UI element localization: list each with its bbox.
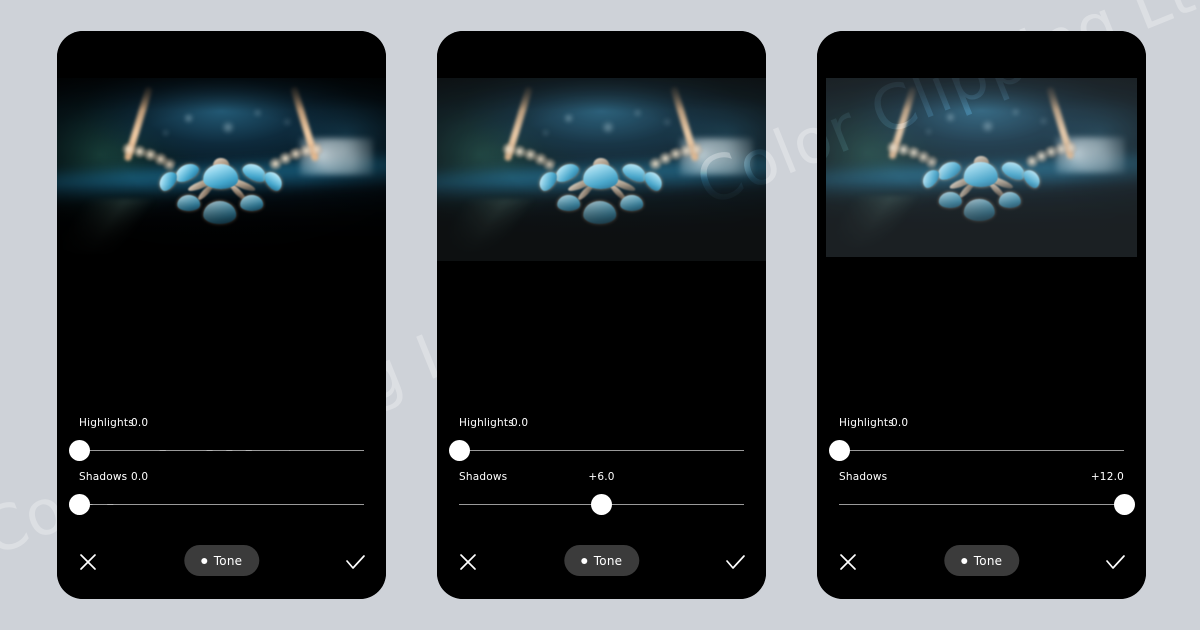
slider-label-shadows: Shadows — [459, 471, 508, 483]
tone-button-label: Tone — [973, 553, 1003, 568]
slider-label-highlights: Highlights — [459, 417, 514, 429]
slider-track[interactable] — [839, 450, 1124, 451]
bottom-toolbar: Tone — [817, 545, 1146, 579]
slider-value-shadows: +12.0 — [1090, 471, 1124, 483]
slider-value-highlights: 0.0 — [131, 417, 149, 429]
slider-track[interactable] — [79, 450, 364, 451]
slider-header: Shadows +12.0 — [839, 471, 1124, 487]
slider-track[interactable] — [79, 504, 364, 505]
tone-button-label: Tone — [213, 553, 243, 568]
slider-track-wrap[interactable] — [68, 491, 364, 517]
photo-scene — [437, 78, 766, 261]
slider-knob-shadows[interactable] — [1113, 493, 1135, 515]
slider-track-wrap[interactable] — [448, 437, 744, 463]
necklace-photo — [826, 78, 1137, 257]
slider-track-wrap[interactable] — [828, 437, 1124, 463]
slider-value-highlights: 0.0 — [511, 417, 529, 429]
photo-scene — [826, 78, 1137, 257]
photo-viewport-mid[interactable] — [437, 78, 766, 261]
done-button[interactable] — [342, 549, 368, 575]
slider-value-shadows: +6.0 — [588, 471, 615, 483]
tone-button-label: Tone — [593, 553, 623, 568]
close-icon — [80, 554, 96, 570]
photo-viewport-after[interactable] — [826, 78, 1137, 257]
slider-header: Highlights 0.0 — [459, 417, 744, 433]
bottom-toolbar: Tone — [437, 545, 766, 579]
checkmark-icon — [726, 555, 745, 569]
photo-scene — [57, 78, 386, 261]
phone-mockup-after: Highlights 0.0 Shadows +12.0 Tone — [817, 31, 1146, 599]
slider-knob-highlights[interactable] — [68, 439, 90, 461]
app-screen-before: Highlights 0.0 Shadows 0.0 Tone — [57, 31, 386, 599]
slider-header: Highlights 0.0 — [79, 417, 364, 433]
close-icon — [460, 554, 476, 570]
photo-viewport-before[interactable] — [57, 78, 386, 261]
screenshot-stage: Color Clipping Ltd. Color Clipping Ltd. — [0, 0, 1200, 630]
slider-track-wrap[interactable] — [459, 491, 744, 517]
done-button[interactable] — [722, 549, 748, 575]
tone-dot-icon — [200, 557, 207, 564]
slider-knob-shadows[interactable] — [68, 493, 90, 515]
slider-highlights[interactable]: Highlights 0.0 — [57, 417, 386, 463]
photo-vignette — [57, 78, 386, 261]
slider-label-shadows: Shadows — [839, 471, 888, 483]
slider-label-highlights: Highlights — [79, 417, 134, 429]
slider-header: Shadows +6.0 — [459, 471, 744, 487]
tone-dot-icon — [580, 557, 587, 564]
slider-knob-highlights[interactable] — [828, 439, 850, 461]
app-screen-mid: Highlights 0.0 Shadows +6.0 Tone — [437, 31, 766, 599]
slider-shadows[interactable]: Shadows +6.0 — [437, 471, 766, 517]
slider-track[interactable] — [839, 504, 1124, 505]
app-screen-after: Highlights 0.0 Shadows +12.0 Tone — [817, 31, 1146, 599]
cancel-button[interactable] — [75, 549, 101, 575]
slider-value-highlights: 0.0 — [891, 417, 909, 429]
close-icon — [840, 554, 856, 570]
slider-shadows[interactable]: Shadows 0.0 — [57, 471, 386, 517]
tone-button[interactable]: Tone — [943, 545, 1020, 576]
slider-knob-highlights[interactable] — [448, 439, 470, 461]
slider-track[interactable] — [459, 450, 744, 451]
photo-vignette — [826, 78, 1137, 257]
slider-track-wrap[interactable] — [68, 437, 364, 463]
editor-controls-mid: Highlights 0.0 Shadows +6.0 Tone — [437, 409, 766, 599]
tone-dot-icon — [960, 557, 967, 564]
slider-label-shadows: Shadows — [79, 471, 128, 483]
slider-header: Shadows 0.0 — [79, 471, 364, 487]
slider-highlights[interactable]: Highlights 0.0 — [817, 417, 1146, 463]
editor-controls-after: Highlights 0.0 Shadows +12.0 Tone — [817, 409, 1146, 599]
phone-mockup-mid: Highlights 0.0 Shadows +6.0 Tone — [437, 31, 766, 599]
slider-label-highlights: Highlights — [839, 417, 894, 429]
bottom-toolbar: Tone — [57, 545, 386, 579]
cancel-button[interactable] — [455, 549, 481, 575]
slider-highlights[interactable]: Highlights 0.0 — [437, 417, 766, 463]
phone-mockup-before: Highlights 0.0 Shadows 0.0 Tone — [57, 31, 386, 599]
slider-track-wrap[interactable] — [839, 491, 1135, 517]
necklace-photo — [57, 78, 386, 261]
done-button[interactable] — [1102, 549, 1128, 575]
editor-controls-before: Highlights 0.0 Shadows 0.0 Tone — [57, 409, 386, 599]
checkmark-icon — [346, 555, 365, 569]
checkmark-icon — [1106, 555, 1125, 569]
tone-button[interactable]: Tone — [183, 545, 260, 576]
photo-vignette — [437, 78, 766, 261]
slider-value-shadows: 0.0 — [131, 471, 149, 483]
slider-header: Highlights 0.0 — [839, 417, 1124, 433]
cancel-button[interactable] — [835, 549, 861, 575]
slider-shadows[interactable]: Shadows +12.0 — [817, 471, 1146, 517]
slider-knob-shadows[interactable] — [591, 493, 612, 515]
tone-button[interactable]: Tone — [563, 545, 640, 576]
necklace-photo — [437, 78, 766, 261]
